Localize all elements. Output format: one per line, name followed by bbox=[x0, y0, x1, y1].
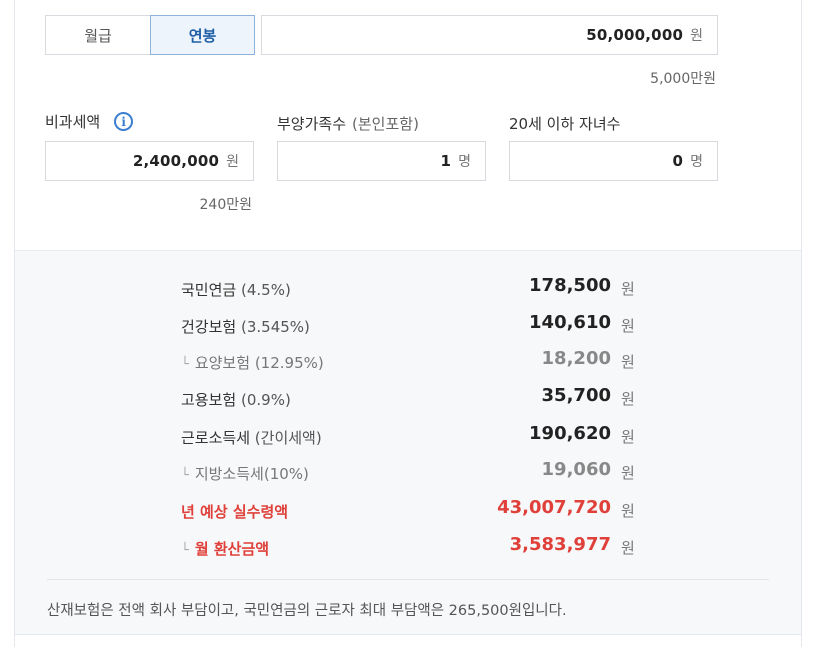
result-row-annual-net: 년 예상 실수령액 43,007,720 원 bbox=[15, 497, 801, 521]
non-taxable-hint: 240만원 bbox=[199, 197, 252, 213]
dependents-unit: 명 bbox=[458, 154, 471, 170]
result-amount: 19,060 bbox=[541, 459, 611, 480]
result-name: 건강보험 (3.545%) bbox=[181, 318, 310, 336]
salary-input[interactable]: 50,000,000 원 bbox=[261, 15, 718, 55]
dependents-label-sub: (본인포함) bbox=[352, 115, 419, 133]
result-name: 고용보험 (0.9%) bbox=[181, 391, 291, 409]
result-row-health: 건강보험 (3.545%) 140,610 원 bbox=[15, 312, 801, 336]
result-row-employment: 고용보험 (0.9%) 35,700 원 bbox=[15, 385, 801, 409]
result-name: 년 예상 실수령액 bbox=[181, 503, 289, 521]
result-section: 국민연금 (4.5%) 178,500 원 건강보험 (3.545%) 140,… bbox=[15, 250, 801, 635]
salary-value: 50,000,000 bbox=[586, 26, 684, 44]
result-unit: 원 bbox=[621, 539, 635, 557]
pay-type-tabs: 월급 연봉 bbox=[45, 15, 256, 55]
result-unit: 원 bbox=[621, 390, 635, 408]
salary-unit: 원 bbox=[690, 28, 703, 44]
divider bbox=[15, 634, 801, 635]
result-row-local-tax: └ 지방소득세(10%) 19,060 원 bbox=[15, 459, 801, 483]
result-amount: 18,200 bbox=[541, 348, 611, 369]
children-label-text: 20세 이하 자녀수 bbox=[509, 115, 621, 133]
result-row-pension: 국민연금 (4.5%) 178,500 원 bbox=[15, 275, 801, 299]
result-amount: 140,610 bbox=[529, 312, 611, 333]
result-unit: 원 bbox=[621, 464, 635, 482]
children-label: 20세 이하 자녀수 bbox=[509, 113, 620, 134]
dependents-value: 1 bbox=[440, 152, 452, 170]
result-unit: 원 bbox=[621, 428, 635, 446]
result-name: └ 월 환산금액 bbox=[181, 540, 270, 558]
info-icon[interactable]: i bbox=[114, 112, 134, 131]
non-taxable-input[interactable]: 2,400,000 원 bbox=[45, 141, 254, 181]
result-name: 근로소득세 (간이세액) bbox=[181, 429, 322, 447]
branch-icon: └ bbox=[181, 357, 189, 372]
result-amount: 190,620 bbox=[529, 423, 611, 444]
children-unit: 명 bbox=[690, 154, 703, 170]
result-name: └ 요양보험 (12.95%) bbox=[181, 354, 324, 372]
footnote: 산재보험은 전액 회사 부담이고, 국민연금의 근로자 최대 부담액은 265,… bbox=[47, 603, 567, 619]
result-row-monthly-net: └ 월 환산금액 3,583,977 원 bbox=[15, 534, 801, 558]
result-unit: 원 bbox=[621, 502, 635, 520]
branch-icon: └ bbox=[181, 543, 189, 558]
result-name: └ 지방소득세(10%) bbox=[181, 465, 309, 483]
dependents-input[interactable]: 1 명 bbox=[277, 141, 486, 181]
result-row-income-tax: 근로소득세 (간이세액) 190,620 원 bbox=[15, 423, 801, 447]
children-input[interactable]: 0 명 bbox=[509, 141, 718, 181]
dependents-label-text: 부양가족수 bbox=[277, 115, 347, 133]
result-amount: 43,007,720 bbox=[497, 497, 611, 518]
result-row-care: └ 요양보험 (12.95%) 18,200 원 bbox=[15, 348, 801, 372]
divider bbox=[47, 579, 769, 580]
result-unit: 원 bbox=[621, 317, 635, 335]
salary-hint: 5,000만원 bbox=[650, 71, 716, 87]
result-unit: 원 bbox=[621, 353, 635, 371]
result-amount: 35,700 bbox=[541, 385, 611, 406]
dependents-label: 부양가족수 (본인포함) bbox=[277, 113, 419, 134]
non-taxable-unit: 원 bbox=[226, 154, 239, 170]
non-taxable-label: 비과세액 i bbox=[45, 111, 134, 132]
tab-annual[interactable]: 연봉 bbox=[150, 15, 255, 55]
non-taxable-label-text: 비과세액 bbox=[45, 113, 101, 131]
result-amount: 3,583,977 bbox=[509, 534, 611, 555]
result-name: 국민연금 (4.5%) bbox=[181, 281, 291, 299]
branch-icon: └ bbox=[181, 468, 189, 483]
result-unit: 원 bbox=[621, 280, 635, 298]
result-amount: 178,500 bbox=[529, 275, 611, 296]
non-taxable-value: 2,400,000 bbox=[132, 152, 220, 170]
salary-calculator-panel: 월급 연봉 50,000,000 원 5,000만원 비과세액 i 부양가족수 … bbox=[14, 0, 802, 647]
children-value: 0 bbox=[672, 152, 684, 170]
tab-monthly[interactable]: 월급 bbox=[45, 15, 150, 55]
